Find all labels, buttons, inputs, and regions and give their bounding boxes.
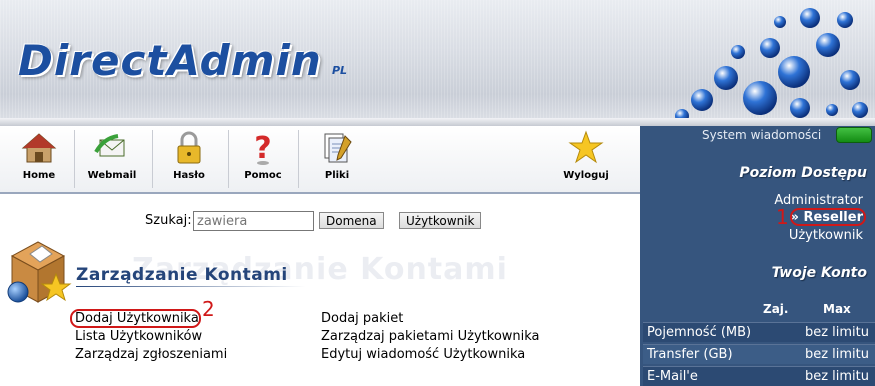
table-row: Pojemność (MB) bez limitu: [643, 322, 875, 342]
reseller-highlight: [790, 208, 866, 226]
row-max: bez limitu: [804, 369, 869, 384]
logo-suffix: PL: [332, 64, 348, 77]
svg-text:?: ?: [254, 131, 271, 166]
system-messages-label: System wiadomości: [702, 128, 822, 142]
table-row: E-Mail'e bez limitu: [643, 366, 875, 386]
annotation-1: 1: [776, 205, 789, 229]
access-item-user[interactable]: Użytkownik: [789, 228, 863, 243]
toolbar-separator: [74, 130, 75, 188]
files-icon: [324, 133, 352, 163]
domain-search-button[interactable]: Domena: [319, 212, 384, 229]
toolbar-help[interactable]: ? Pomoc: [240, 130, 286, 190]
column-max: Max: [823, 302, 851, 316]
toolbar-webmail-label: Webmail: [87, 170, 137, 181]
search-label: Szukaj:: [145, 213, 192, 228]
user-list-link[interactable]: Lista Użytkowników: [75, 329, 202, 344]
status-indicator-icon: [836, 127, 872, 143]
bubbles-decoration: [675, 8, 868, 123]
toolbar-files[interactable]: Pliki: [314, 130, 360, 190]
access-level-title: Poziom Dostępu: [739, 165, 867, 181]
toolbar-separator: [298, 130, 299, 188]
star-icon: [568, 130, 604, 164]
account-management-icon: [7, 241, 72, 303]
row-max: bez limitu: [804, 347, 869, 362]
toolbar-separator: [152, 130, 153, 188]
manage-packages-link[interactable]: Zarządzaj pakietami Użytkownika: [321, 329, 540, 344]
toolbar-files-label: Pliki: [324, 170, 350, 181]
edit-user-message-link[interactable]: Edytuj wiadomość Użytkownika: [321, 347, 525, 362]
row-label: Transfer (GB): [647, 347, 733, 362]
header-divider: [0, 118, 875, 126]
section-underline: [76, 286, 306, 287]
toolbar-webmail[interactable]: Webmail: [84, 130, 140, 190]
user-search-button[interactable]: Użytkownik: [399, 212, 482, 229]
toolbar-home-label: Home: [22, 170, 56, 181]
toolbar-password[interactable]: Hasło: [166, 130, 212, 190]
toolbar-separator: [228, 130, 229, 188]
search-input[interactable]: [193, 211, 314, 231]
toolbar-logout-label: Wyloguj: [563, 170, 609, 181]
webmail-icon: [94, 134, 125, 157]
header-banner: DirectAdmin PL: [0, 0, 875, 126]
help-icon: ?: [254, 131, 271, 166]
add-package-link[interactable]: Dodaj pakiet: [321, 311, 403, 326]
row-label: E-Mail'e: [647, 369, 698, 384]
lock-icon: [177, 131, 201, 164]
row-label: Pojemność (MB): [647, 325, 752, 340]
toolbar: Home Webmail Hasło ? Pomoc Pliki Wyloguj: [0, 126, 640, 194]
system-messages[interactable]: System wiadomości: [640, 126, 875, 148]
add-user-highlight: [70, 309, 201, 328]
section-title: Zarządzanie Kontami: [76, 265, 288, 285]
logo: DirectAdmin: [18, 36, 322, 85]
account-table-header: Zaj. Max: [643, 299, 875, 321]
toolbar-help-label: Pomoc: [244, 170, 282, 181]
row-max: bez limitu: [804, 325, 869, 340]
toolbar-logout[interactable]: Wyloguj: [560, 130, 612, 190]
account-title: Twoje Konto: [771, 265, 867, 281]
home-icon: [21, 133, 57, 163]
manage-tickets-link[interactable]: Zarządzaj zgłoszeniami: [75, 347, 227, 362]
column-used: Zaj.: [763, 302, 789, 316]
table-row: Transfer (GB) bez limitu: [643, 344, 875, 364]
toolbar-password-label: Hasło: [173, 170, 205, 181]
toolbar-home[interactable]: Home: [14, 130, 64, 190]
annotation-2: 2: [202, 297, 215, 321]
